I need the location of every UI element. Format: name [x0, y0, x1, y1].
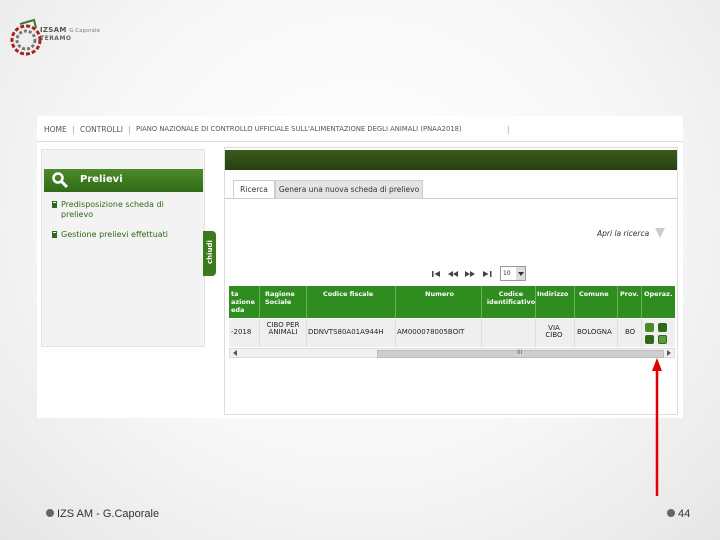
nav-divider [37, 141, 683, 142]
page-size-value: 10 [503, 270, 511, 277]
scroll-right-icon[interactable] [667, 350, 671, 356]
red-arrow-annotation [652, 358, 662, 496]
open-search-link[interactable]: Apri la ricerca [597, 229, 649, 238]
first-page-icon[interactable] [431, 268, 443, 280]
tab-divider [225, 198, 677, 199]
logo-name: IZSAM [40, 26, 67, 34]
sidebar-item-label: Predisposizione scheda di prelievo [61, 200, 164, 219]
app-screenshot: HOME | CONTROLLI | PIANO NAZIONALE DI CO… [37, 116, 683, 418]
column-header-ragione-sociale[interactable]: Ragione Sociale [265, 290, 301, 306]
footer-page: 44 [667, 508, 690, 520]
last-page-icon[interactable] [481, 268, 493, 280]
nav-separator: | [507, 125, 510, 134]
scroll-left-icon[interactable] [233, 350, 237, 356]
nav-controlli[interactable]: CONTROLLI [80, 125, 123, 134]
nav-home[interactable]: HOME [44, 125, 67, 134]
column-header-data-azione[interactable]: ta azione eda [231, 290, 257, 314]
column-header-codice-fiscale[interactable]: Codice fiscale [323, 290, 373, 298]
info-icon[interactable] [658, 323, 667, 332]
tab-genera-scheda[interactable]: Genera una nuova scheda di prelievo [275, 180, 423, 199]
sidebar-title: Prelievi [80, 174, 123, 185]
logo-emblem-icon [10, 18, 42, 56]
page-number: 44 [678, 508, 691, 520]
tab-ricerca[interactable]: Ricerca [233, 180, 275, 198]
search-icon [52, 172, 68, 188]
page-size-select[interactable]: 10 [500, 266, 526, 281]
bullet-icon [667, 509, 675, 517]
logo-suffix: G.Caporale [69, 28, 101, 34]
column-header-numero[interactable]: Numero [425, 290, 454, 298]
column-header-codice-identificativo[interactable]: Codice identificativo [485, 290, 537, 306]
column-header-indirizzo[interactable]: Indirizzo [537, 290, 568, 298]
main-header-bar [225, 150, 677, 170]
document-icon [52, 201, 57, 208]
delete-icon[interactable] [645, 335, 654, 344]
sidebar-item-predisposizione[interactable]: Predisposizione scheda di prelievo [52, 200, 182, 220]
bullet-icon [46, 509, 54, 517]
prelievi-header[interactable]: Prelievi [44, 169, 203, 192]
horizontal-scrollbar[interactable]: III [229, 348, 675, 358]
previous-page-icon[interactable] [447, 268, 459, 280]
print-icon[interactable] [645, 323, 654, 332]
izsam-logo: IZSAM G.Caporale TERAMO [8, 10, 118, 72]
logo-city: TERAMO [40, 35, 72, 42]
expand-arrow-icon[interactable] [655, 228, 665, 238]
cell-codice-fiscale: DDNVTS80A01A944H [308, 328, 384, 336]
top-navigation: HOME | CONTROLLI | PIANO NAZIONALE DI CO… [37, 116, 683, 140]
column-header-prov[interactable]: Prov. [620, 290, 639, 298]
cell-numero: AM000078005BOIT [397, 328, 465, 336]
cell-data: -2018 [231, 328, 252, 336]
collapse-label: chiudi [206, 240, 214, 264]
table-header: ta azione eda Ragione Sociale Codice fis… [229, 286, 675, 318]
nav-separator: | [128, 125, 131, 134]
sidebar-item-label: Gestione prelievi effettuati [61, 230, 169, 239]
next-page-icon[interactable] [464, 268, 476, 280]
column-header-comune[interactable]: Comune [579, 290, 609, 298]
cell-prov: BO [625, 328, 636, 336]
cell-indirizzo: VIA CIBO [545, 324, 563, 339]
scroll-grip: III [517, 349, 523, 356]
sidebar-item-gestione[interactable]: Gestione prelievi effettuati [52, 230, 182, 240]
chevron-down-icon[interactable] [516, 267, 525, 280]
nav-separator: | [72, 125, 75, 134]
footer-text: IZS AM - G.Caporale [57, 508, 160, 520]
table-row[interactable]: -2018 CIBO PER ANIMALI DDNVTS80A01A944H … [229, 319, 675, 347]
export-icon[interactable] [658, 335, 667, 344]
results-table: ta azione eda Ragione Sociale Codice fis… [229, 286, 675, 366]
cell-comune: BOLOGNA [577, 328, 612, 336]
sidebar: Prelievi Predisposizione scheda di preli… [41, 149, 205, 347]
document-icon [52, 231, 57, 238]
column-header-operazioni[interactable]: Operaz. [644, 290, 672, 298]
main-panel: Ricerca Genera una nuova scheda di preli… [224, 147, 678, 415]
nav-pnaa[interactable]: PIANO NAZIONALE DI CONTROLLO UFFICIALE S… [136, 125, 462, 133]
footer-credit: IZS AM - G.Caporale [46, 508, 159, 520]
cell-ragione-sociale: CIBO PER ANIMALI [266, 321, 300, 336]
sidebar-collapse-toggle[interactable]: chiudi [203, 231, 216, 276]
